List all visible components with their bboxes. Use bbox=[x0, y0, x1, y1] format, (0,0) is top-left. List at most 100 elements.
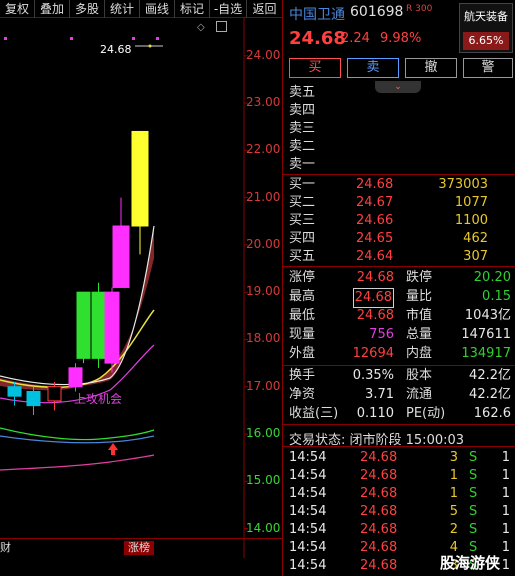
cancel-order-button[interactable]: 撤 bbox=[405, 58, 457, 78]
stat-row[interactable]: 净资 3.71 流通 42.2亿 bbox=[283, 386, 515, 404]
bid-label: 买三 bbox=[289, 213, 316, 228]
stat-value: 42.2亿 bbox=[469, 387, 511, 402]
divider bbox=[283, 266, 515, 267]
toolbar-button-overlay[interactable]: 叠加 bbox=[35, 0, 70, 18]
stat-row[interactable]: 最低 24.68 市值 1043亿 bbox=[283, 307, 515, 325]
stat-value: 756 bbox=[369, 327, 394, 342]
tick-count: 1 bbox=[501, 504, 510, 519]
stat-label: 股本 bbox=[406, 368, 433, 383]
diamond-icon[interactable]: ◇ bbox=[197, 22, 205, 33]
stat-value: 12694 bbox=[352, 346, 394, 361]
top-price-marker: 24.68 bbox=[100, 43, 132, 56]
stat-label: 收益(三) bbox=[289, 406, 339, 421]
price-axis-label: 18.00 bbox=[246, 331, 281, 346]
candle-body bbox=[7, 386, 22, 397]
tick-price: 24.68 bbox=[360, 522, 398, 537]
bid-price: 24.68 bbox=[356, 177, 394, 192]
candle-body bbox=[131, 130, 149, 227]
ask-row[interactable]: 卖四 bbox=[283, 102, 515, 120]
stat-label: 换手 bbox=[289, 368, 316, 383]
alert-button[interactable]: 警 bbox=[463, 58, 513, 78]
sector-box[interactable]: 航天装备 6.65% bbox=[459, 3, 513, 53]
ask-row[interactable]: 卖五 bbox=[283, 84, 515, 102]
bottom-tag-finance[interactable]: 财 bbox=[0, 541, 11, 555]
stat-value: 24.68 bbox=[356, 270, 394, 285]
tick-count: 1 bbox=[501, 486, 510, 501]
bottom-tag-gainers[interactable]: 涨榜 bbox=[124, 541, 154, 555]
ask-row[interactable]: 卖一 bbox=[283, 156, 515, 174]
divider bbox=[283, 424, 515, 425]
bid-row[interactable]: 买一 24.68 373003 bbox=[283, 176, 515, 194]
ask-label: 卖五 bbox=[289, 85, 316, 100]
stat-row[interactable]: 现量 756 总量 147611 bbox=[283, 326, 515, 344]
bid-row[interactable]: 买二 24.67 1077 bbox=[283, 194, 515, 212]
bid-label: 买五 bbox=[289, 249, 316, 264]
toolbar-button-draw-line[interactable]: 画线 bbox=[140, 0, 175, 18]
tick-side: S bbox=[469, 522, 478, 537]
price-axis-label: 15.00 bbox=[246, 473, 281, 488]
stat-label: 总量 bbox=[406, 327, 433, 342]
stat-row[interactable]: 涨停 24.68 跌停 20.20 bbox=[283, 269, 515, 287]
ask-label: 卖二 bbox=[289, 139, 316, 154]
sell-button[interactable]: 卖 bbox=[347, 58, 399, 78]
bid-volume: 462 bbox=[463, 231, 488, 246]
ask-row[interactable]: 卖三 bbox=[283, 120, 515, 138]
toolbar-button-mark[interactable]: 标记 bbox=[175, 0, 210, 18]
kline-chart[interactable]: ◇ 24.68 上攻机会 24.00 23.00 22.00 21.00 20.00 19… bbox=[0, 18, 282, 558]
ask-row[interactable]: 卖二 bbox=[283, 138, 515, 156]
bid-row[interactable]: 买五 24.64 307 bbox=[283, 248, 515, 266]
candle-body bbox=[91, 291, 106, 359]
stat-label: 量比 bbox=[406, 289, 433, 304]
stat-label: 外盘 bbox=[289, 346, 316, 361]
marker-dot bbox=[4, 37, 7, 40]
toolbar-button-statistics[interactable]: 统计 bbox=[105, 0, 140, 18]
bid-volume: 1100 bbox=[454, 213, 488, 228]
tick-time: 14:54 bbox=[289, 468, 327, 483]
bid-row[interactable]: 买四 24.65 462 bbox=[283, 230, 515, 248]
square-icon[interactable] bbox=[216, 21, 227, 32]
price-change: 2.24 bbox=[341, 31, 370, 46]
toolbar-button-adjust[interactable]: 复权 bbox=[0, 0, 35, 18]
stat-label: 涨停 bbox=[289, 270, 316, 285]
tick-time: 14:54 bbox=[289, 558, 327, 573]
stat-value: 0.110 bbox=[356, 406, 394, 421]
toolbar-button-multi-stock[interactable]: 多股 bbox=[70, 0, 105, 18]
watermark: 股海游侠 bbox=[440, 554, 501, 572]
bid-row[interactable]: 买三 24.66 1100 bbox=[283, 212, 515, 230]
toolbar-button-remove-watchlist[interactable]: -自选 bbox=[210, 0, 247, 18]
stat-value: 42.2亿 bbox=[469, 368, 511, 383]
ask-label: 卖三 bbox=[289, 121, 316, 136]
tick-count: 1 bbox=[501, 540, 510, 555]
buy-button[interactable]: 买 bbox=[289, 58, 341, 78]
stat-row[interactable]: 换手 0.35% 股本 42.2亿 bbox=[283, 367, 515, 385]
stat-row[interactable]: 收益(三) 0.110 PE(动) 162.6 bbox=[283, 405, 515, 423]
up-arrow-icon bbox=[108, 443, 118, 455]
price-axis-label: 20.00 bbox=[246, 236, 281, 251]
stat-label: 流通 bbox=[406, 387, 433, 402]
tick-count: 1 bbox=[501, 468, 510, 483]
tick-volume: 2 bbox=[449, 522, 458, 537]
bid-label: 买一 bbox=[289, 177, 316, 192]
tick-price: 24.68 bbox=[360, 540, 398, 555]
stat-row[interactable]: 外盘 12694 内盘 134917 bbox=[283, 345, 515, 363]
stat-row[interactable]: 最高 24.68 量比 0.15 bbox=[283, 288, 515, 308]
price-axis-label: 16.00 bbox=[246, 426, 281, 440]
ma-line-pink bbox=[0, 454, 155, 471]
stat-value: 3.71 bbox=[365, 387, 394, 402]
stock-name[interactable]: 中国卫通 bbox=[289, 4, 345, 24]
toolbar-button-back[interactable]: 返回 bbox=[247, 0, 282, 18]
tick-row: 14:54 24.68 1 S 1 bbox=[283, 467, 515, 485]
tick-row: 14:54 24.68 3 S 1 bbox=[283, 449, 515, 467]
bid-price: 24.65 bbox=[356, 231, 394, 246]
stat-value: 1043亿 bbox=[464, 308, 511, 323]
stat-value: 0.15 bbox=[482, 289, 511, 304]
tick-side: S bbox=[469, 450, 478, 465]
tick-time: 14:54 bbox=[289, 540, 327, 555]
signal-annotation: 上攻机会 bbox=[74, 392, 123, 406]
stat-value: 0.35% bbox=[352, 368, 394, 383]
tick-side: S bbox=[469, 468, 478, 483]
ask-label: 卖一 bbox=[289, 157, 316, 172]
stat-label: 内盘 bbox=[406, 346, 433, 361]
price-axis-label: 17.00 bbox=[246, 378, 281, 393]
stat-label: 跌停 bbox=[406, 270, 433, 285]
